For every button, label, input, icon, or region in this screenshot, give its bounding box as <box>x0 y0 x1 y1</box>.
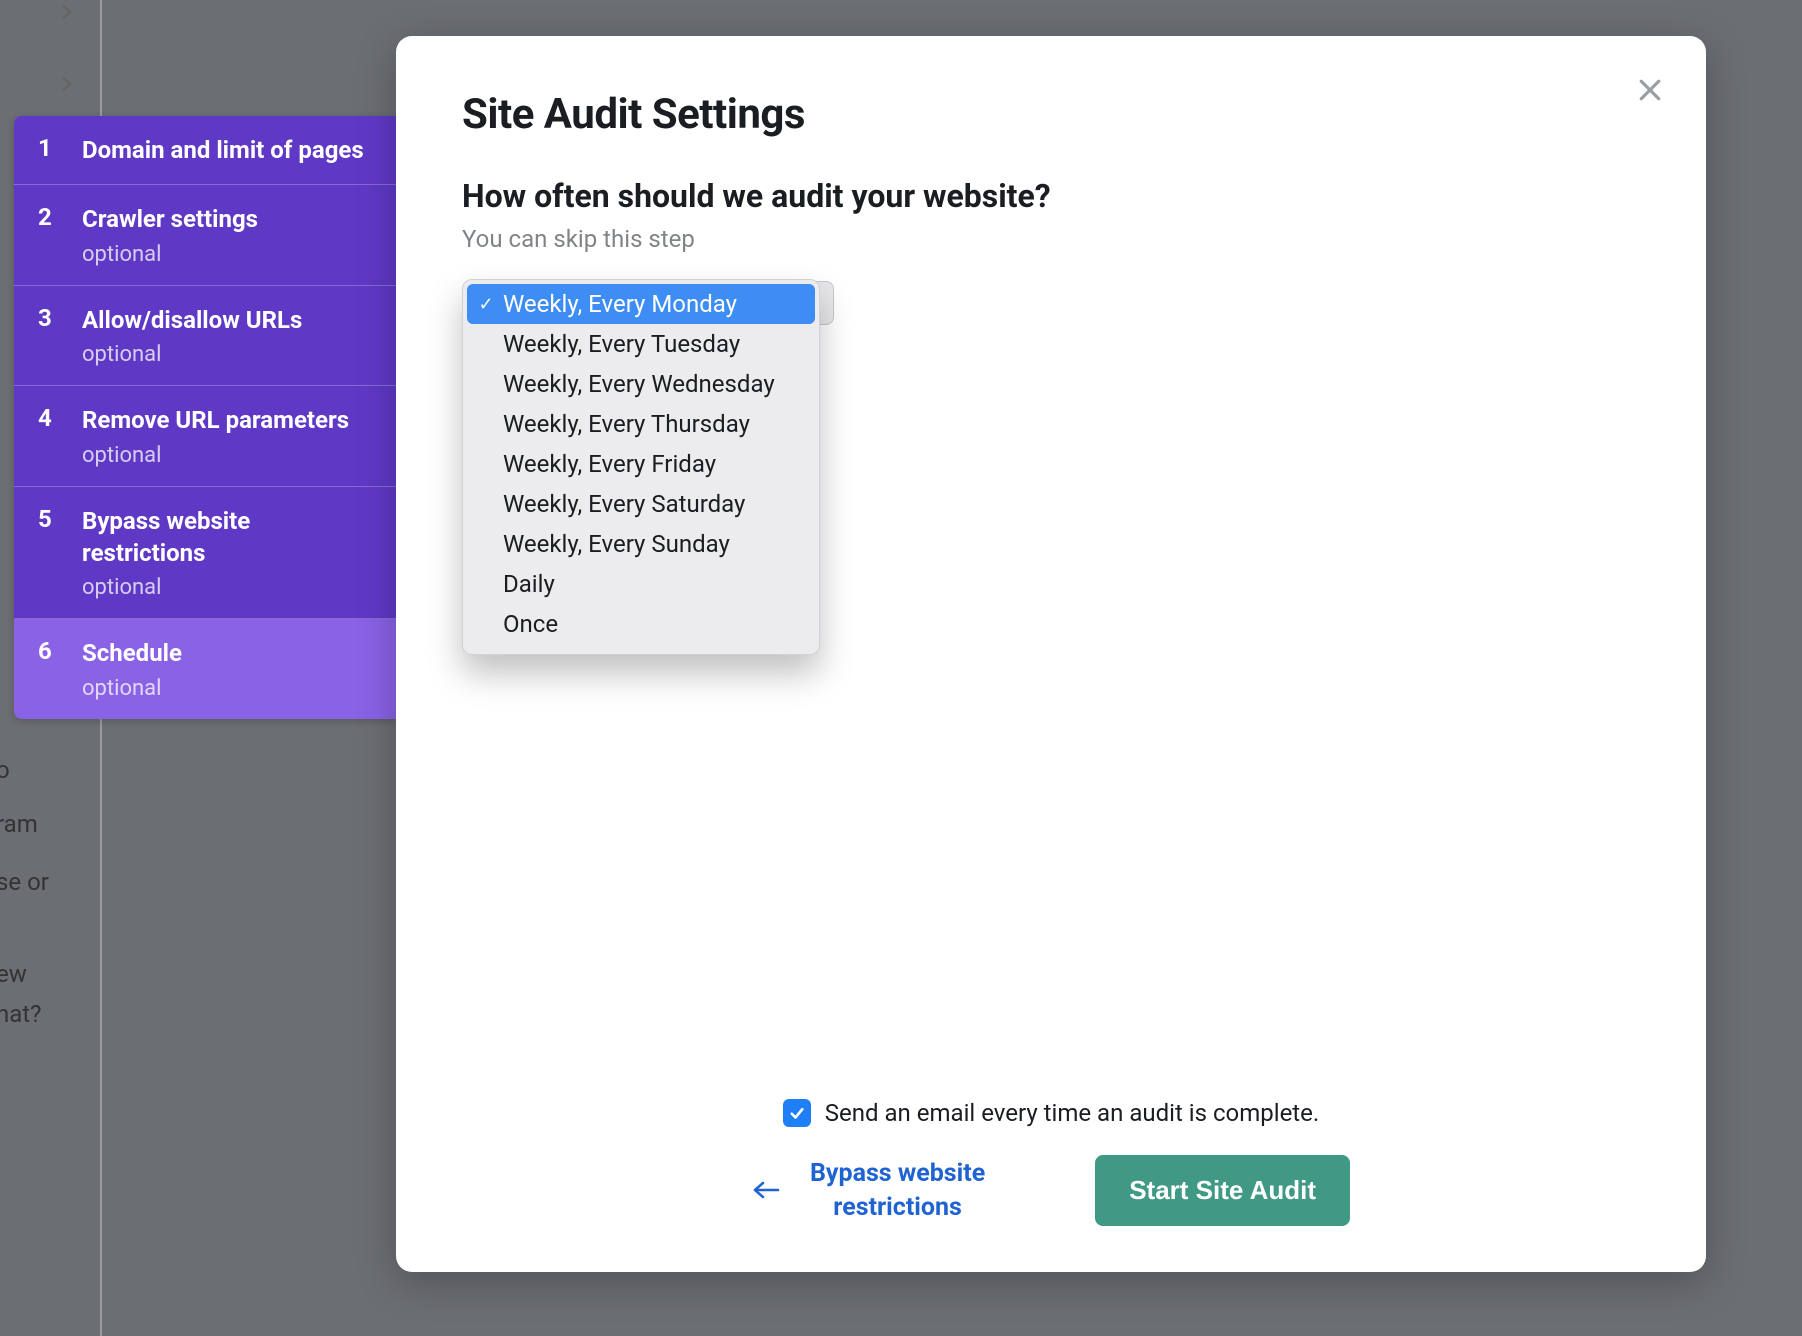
schedule-option-label: Once <box>503 610 558 638</box>
chevron-right-icon <box>54 0 78 28</box>
schedule-option-label: Daily <box>503 570 555 598</box>
wizard-step-label: Schedule <box>82 637 182 669</box>
wizard-step-num: 4 <box>38 404 58 467</box>
email-notify-label: Send an email every time an audit is com… <box>825 1099 1319 1127</box>
wizard-step-num: 1 <box>38 134 58 166</box>
wizard-step-optional: optional <box>82 575 372 600</box>
wizard-step-urls[interactable]: 3 Allow/disallow URLs optional <box>14 286 396 386</box>
schedule-dropdown-list: ✓ Weekly, Every Monday ✓ Weekly, Every T… <box>462 279 820 655</box>
wizard-step-domain[interactable]: 1 Domain and limit of pages <box>14 116 396 185</box>
wizard-step-optional: optional <box>82 242 258 267</box>
check-icon: ✓ <box>477 294 495 315</box>
modal-question: How often should we audit your website? <box>462 177 1640 215</box>
check-icon <box>788 1104 806 1122</box>
schedule-option-mon[interactable]: ✓ Weekly, Every Monday <box>467 284 815 324</box>
back-button[interactable]: Bypass websiterestrictions <box>752 1157 985 1225</box>
email-notify-row[interactable]: Send an email every time an audit is com… <box>783 1099 1319 1127</box>
schedule-option-wed[interactable]: ✓ Weekly, Every Wednesday <box>463 364 819 404</box>
schedule-option-daily[interactable]: ✓ Daily <box>463 564 819 604</box>
wizard-step-label: Domain and limit of pages <box>82 134 364 166</box>
footer-actions: Bypass websiterestrictions Start Site Au… <box>752 1155 1350 1226</box>
wizard-step-crawler[interactable]: 2 Crawler settings optional <box>14 185 396 285</box>
wizard-step-optional: optional <box>82 676 182 701</box>
wizard-step-num: 2 <box>38 203 58 266</box>
back-label: Bypass websiterestrictions <box>810 1157 985 1225</box>
bg-text: se or <box>0 868 49 896</box>
schedule-option-label: Weekly, Every Monday <box>503 290 737 318</box>
schedule-option-sun[interactable]: ✓ Weekly, Every Sunday <box>463 524 819 564</box>
modal-title: Site Audit Settings <box>462 90 1640 139</box>
modal-subtext: You can skip this step <box>462 225 1640 253</box>
modal-footer: Send an email every time an audit is com… <box>462 1099 1640 1226</box>
schedule-option-label: Weekly, Every Tuesday <box>503 330 740 358</box>
settings-modal: Site Audit Settings How often should we … <box>396 36 1706 1272</box>
wizard-step-bypass[interactable]: 5 Bypass website restrictions optional <box>14 487 396 620</box>
back-label-text: Bypass websiterestrictions <box>810 1159 985 1222</box>
schedule-option-once[interactable]: ✓ Once <box>463 604 819 644</box>
wizard-step-label: Remove URL parameters <box>82 404 349 436</box>
wizard-step-optional: optional <box>82 443 349 468</box>
schedule-select[interactable]: ✓ Weekly, Every Monday ✓ Weekly, Every T… <box>462 279 820 329</box>
schedule-option-sat[interactable]: ✓ Weekly, Every Saturday <box>463 484 819 524</box>
bg-text: ram <box>0 810 38 838</box>
wizard-step-num: 5 <box>38 505 58 601</box>
schedule-option-label: Weekly, Every Saturday <box>503 490 745 518</box>
chevron-right-icon <box>54 72 78 100</box>
schedule-option-label: Weekly, Every Wednesday <box>503 370 775 398</box>
wizard-step-remove-params[interactable]: 4 Remove URL parameters optional <box>14 386 396 486</box>
bg-text: nat? <box>0 1000 42 1028</box>
wizard-step-num: 6 <box>38 637 58 700</box>
bg-text: ew <box>0 960 27 988</box>
schedule-option-label: Weekly, Every Thursday <box>503 410 750 438</box>
schedule-option-thu[interactable]: ✓ Weekly, Every Thursday <box>463 404 819 444</box>
wizard-step-optional: optional <box>82 342 302 367</box>
wizard-step-num: 3 <box>38 304 58 367</box>
schedule-option-label: Weekly, Every Friday <box>503 450 716 478</box>
close-icon <box>1635 75 1665 105</box>
wizard-sidebar: 1 Domain and limit of pages 2 Crawler se… <box>14 116 396 719</box>
start-audit-button[interactable]: Start Site Audit <box>1095 1155 1350 1226</box>
email-checkbox[interactable] <box>783 1099 811 1127</box>
wizard-step-label: Bypass website restrictions <box>82 505 372 570</box>
wizard-step-label: Crawler settings <box>82 203 258 235</box>
bg-text: o <box>0 756 10 784</box>
schedule-option-tue[interactable]: ✓ Weekly, Every Tuesday <box>463 324 819 364</box>
schedule-option-label: Weekly, Every Sunday <box>503 530 730 558</box>
schedule-option-fri[interactable]: ✓ Weekly, Every Friday <box>463 444 819 484</box>
wizard-step-schedule[interactable]: 6 Schedule optional <box>14 619 396 718</box>
arrow-left-icon <box>752 1173 780 1208</box>
wizard-step-label: Allow/disallow URLs <box>82 304 302 336</box>
close-button[interactable] <box>1632 72 1668 108</box>
